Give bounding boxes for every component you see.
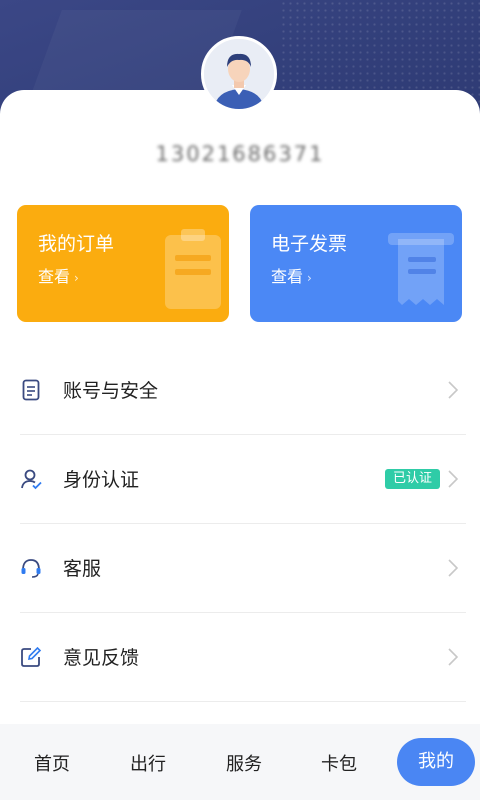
user-verified-icon	[21, 469, 42, 490]
my-orders-card[interactable]: 我的订单 查看 ›	[17, 205, 229, 322]
e-invoice-title: 电子发票	[271, 233, 348, 255]
my-orders-view-label: 查看	[38, 267, 71, 286]
chevron-right-icon	[448, 648, 458, 666]
tab-home[interactable]: 首页	[12, 750, 92, 776]
bottom-tab-bar: 首页 出行 服务 卡包 我的	[0, 724, 480, 800]
tab-travel[interactable]: 出行	[108, 750, 188, 776]
edit-icon	[21, 646, 42, 667]
chevron-right-icon	[448, 559, 458, 577]
chevron-right-icon	[448, 470, 458, 488]
e-invoice-view-label: 查看	[271, 267, 304, 286]
menu-item-label: 意见反馈	[63, 647, 140, 669]
verified-badge: 已认证	[384, 469, 440, 489]
tab-card-wallet[interactable]: 卡包	[299, 750, 379, 776]
user-avatar-icon	[204, 39, 274, 109]
menu-item-customer-service[interactable]: 客服	[20, 524, 466, 613]
chevron-right-icon	[448, 381, 458, 399]
menu-item-identity-verification[interactable]: 身份认证 已认证	[20, 435, 466, 524]
menu-item-label: 客服	[63, 558, 102, 580]
menu-item-feedback[interactable]: 意见反馈	[20, 613, 466, 702]
chevron-right-icon: ›	[74, 271, 79, 285]
clipboard-icon	[165, 229, 221, 309]
chevron-right-icon: ›	[307, 271, 312, 285]
receipt-icon	[388, 233, 454, 305]
phone-number: 13021686371	[155, 142, 325, 166]
avatar[interactable]	[201, 36, 277, 112]
menu-item-label: 账号与安全	[63, 380, 159, 402]
tab-mine[interactable]: 我的	[397, 738, 475, 786]
e-invoice-card[interactable]: 电子发票 查看 ›	[250, 205, 462, 322]
my-orders-view-link[interactable]: 查看 ›	[38, 263, 79, 287]
tab-services[interactable]: 服务	[204, 750, 284, 776]
e-invoice-view-link[interactable]: 查看 ›	[271, 263, 312, 287]
headset-icon	[21, 559, 41, 578]
document-icon	[22, 379, 40, 401]
settings-menu: 账号与安全 身份认证 已认证 客服 意见反馈	[20, 346, 466, 702]
menu-item-account-security[interactable]: 账号与安全	[20, 346, 466, 435]
content-panel: 13021686371 我的订单 查看 › 电子发票 查看 › 账号与安全 身份…	[0, 90, 480, 724]
my-orders-title: 我的订单	[38, 233, 115, 255]
menu-item-label: 身份认证	[63, 469, 140, 491]
